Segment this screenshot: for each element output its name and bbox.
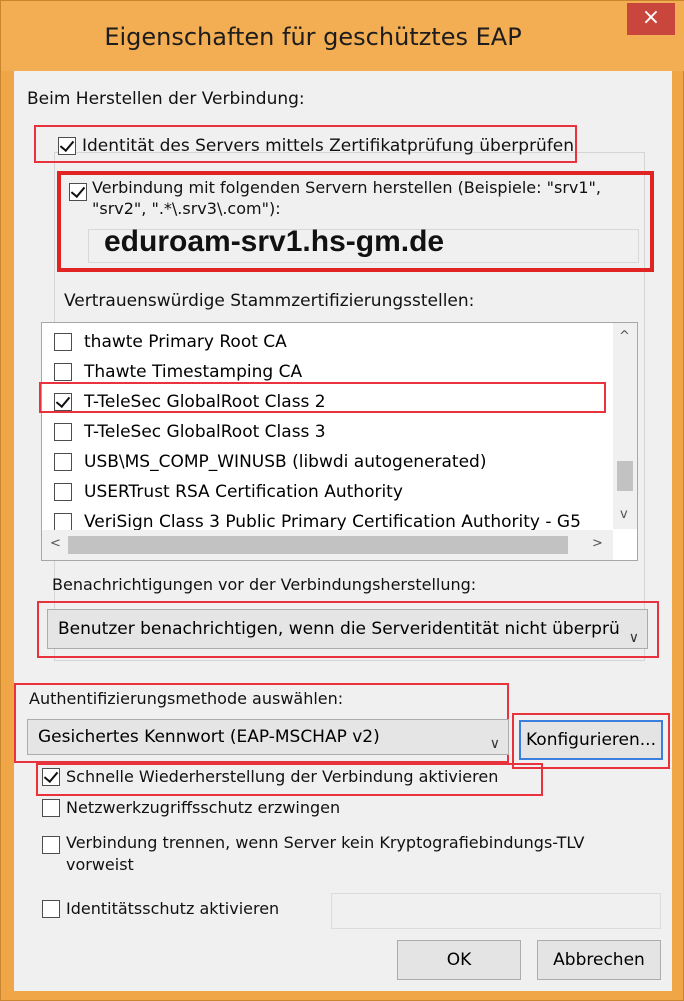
configure-button[interactable]: Konfigurieren... — [519, 720, 663, 760]
dialog-window: Eigenschaften für geschütztes EAP × Beim… — [0, 0, 684, 1001]
root-ca-label: USB\MS_COMP_WINUSB (libwdi autogenerated… — [84, 452, 487, 472]
fast-reconnect-label: Schnelle Wiederherstellung der Verbindun… — [66, 767, 499, 786]
hscroll-thumb[interactable] — [68, 536, 568, 554]
nap-checkbox[interactable] — [42, 799, 60, 817]
verify-identity-label: Identität des Servers mittels Zertifikat… — [82, 136, 575, 156]
trusted-roots-label: Vertrauenswürdige Stammzertifizierungsst… — [64, 291, 475, 311]
notifications-dropdown[interactable]: Benutzer benachrichtigen, wenn die Serve… — [47, 609, 648, 649]
chevron-down-icon: ∨ — [628, 630, 639, 646]
highlight-telesec-class2 — [39, 382, 606, 413]
group-border-bottom — [54, 660, 645, 661]
root-ca-checkbox[interactable] — [54, 423, 72, 441]
root-ca-label: USERTrust RSA Certification Authority — [84, 482, 403, 502]
nap-label: Netzwerkzugriffsschutz erzwingen — [66, 798, 341, 817]
auth-method-label: Authentifizierungsmethode auswählen: — [29, 689, 344, 708]
disconnect-tlv-label-line1: Verbindung trennen, wenn Server kein Kry… — [66, 833, 585, 852]
connect-servers-label-line2: "srv2", ".*\.srv3\.com"): — [92, 199, 281, 218]
chevron-down-icon: ∨ — [489, 736, 500, 752]
root-ca-checkbox[interactable] — [54, 483, 72, 501]
root-ca-checkbox[interactable] — [54, 513, 72, 531]
notifications-label: Benachrichtigungen vor der Verbindungshe… — [52, 575, 477, 594]
root-ca-label: T-TeleSec GlobalRoot Class 3 — [84, 422, 326, 442]
auth-method-selected: Gesichertes Kennwort (EAP-MSCHAP v2) — [38, 727, 380, 747]
verify-identity-checkbox[interactable] — [58, 137, 76, 155]
connect-servers-label-line1: Verbindung mit folgenden Servern herstel… — [92, 178, 601, 197]
dialog-title: Eigenschaften für geschütztes EAP — [104, 23, 522, 51]
root-ca-checkbox[interactable] — [54, 453, 72, 471]
list-item[interactable]: T-TeleSec GlobalRoot Class 3 — [54, 417, 594, 447]
auth-method-dropdown[interactable]: Gesichertes Kennwort (EAP-MSCHAP v2) ∨ — [27, 719, 509, 755]
list-item[interactable]: USERTrust RSA Certification Authority — [54, 477, 594, 507]
close-icon: × — [641, 5, 661, 30]
scroll-down-icon[interactable]: v — [620, 507, 628, 522]
root-ca-label: Thawte Timestamping CA — [84, 362, 303, 382]
horizontal-scrollbar[interactable]: < > — [42, 530, 613, 560]
trusted-roots-list[interactable]: thawte Primary Root CA Thawte Timestampi… — [41, 322, 638, 561]
identity-privacy-input[interactable] — [331, 893, 661, 929]
identity-privacy-label: Identitätsschutz aktivieren — [66, 899, 280, 918]
fast-reconnect-checkbox[interactable] — [42, 768, 60, 786]
root-ca-checkbox[interactable] — [54, 333, 72, 351]
ok-button[interactable]: OK — [397, 940, 521, 980]
title-bar[interactable]: Eigenschaften für geschütztes EAP × — [1, 1, 684, 71]
root-ca-checkbox[interactable] — [54, 363, 72, 381]
connect-section-label: Beim Herstellen der Verbindung: — [27, 89, 305, 109]
disconnect-tlv-label-line2: vorweist — [66, 855, 134, 874]
close-button[interactable]: × — [627, 3, 675, 35]
notifications-selected: Benutzer benachrichtigen, wenn die Serve… — [58, 619, 620, 639]
server-name-value: eduroam-srv1.hs-gm.de — [104, 225, 445, 258]
scroll-left-icon[interactable]: < — [50, 536, 61, 551]
root-ca-label: VeriSign Class 3 Public Primary Certific… — [84, 512, 581, 532]
vertical-scrollbar[interactable]: ^ v — [613, 323, 637, 529]
disconnect-tlv-checkbox[interactable] — [42, 836, 60, 854]
dialog-body: Beim Herstellen der Verbindung: Identitä… — [14, 71, 672, 991]
scroll-right-icon[interactable]: > — [592, 536, 603, 551]
cancel-button[interactable]: Abbrechen — [537, 940, 661, 980]
connect-servers-checkbox[interactable] — [69, 183, 87, 201]
identity-privacy-checkbox[interactable] — [42, 900, 60, 918]
scroll-up-icon[interactable]: ^ — [619, 329, 630, 344]
root-ca-label: thawte Primary Root CA — [84, 332, 287, 352]
list-item[interactable]: USB\MS_COMP_WINUSB (libwdi autogenerated… — [54, 447, 594, 477]
scroll-thumb[interactable] — [617, 461, 633, 491]
list-item[interactable]: thawte Primary Root CA — [54, 327, 594, 357]
